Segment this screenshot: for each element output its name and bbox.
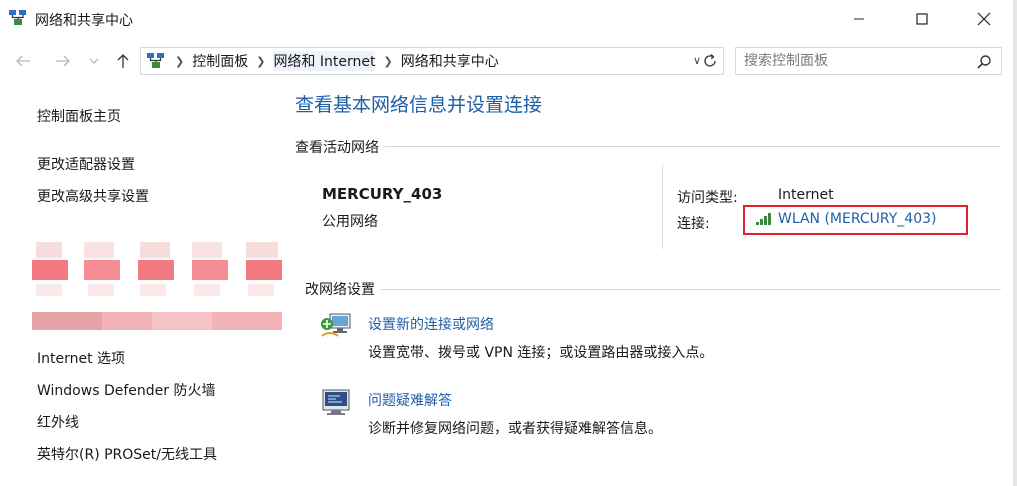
chevron-down-icon <box>89 58 99 64</box>
maximize-icon <box>916 13 928 25</box>
infrared-link[interactable]: 红外线 <box>37 412 79 432</box>
window-title: 网络和共享中心 <box>35 13 133 29</box>
title-bar: 网络和共享中心 <box>0 0 1017 38</box>
up-arrow-icon <box>117 54 129 68</box>
minimize-icon <box>854 18 864 20</box>
internet-options-link[interactable]: Internet 选项 <box>37 348 125 368</box>
maximize-button[interactable] <box>899 4 945 34</box>
up-button[interactable] <box>112 50 134 72</box>
divider <box>662 165 663 249</box>
search-input[interactable] <box>744 52 964 70</box>
breadcrumb-control-panel[interactable]: 控制面板 <box>192 51 248 71</box>
back-button[interactable] <box>12 50 34 72</box>
window-edge <box>1013 0 1017 486</box>
troubleshoot-problems-link[interactable]: 问题疑难解答 <box>368 390 452 410</box>
wlan-connection-label[interactable]: WLAN (MERCURY_403) <box>778 211 936 227</box>
setup-new-connection-link[interactable]: 设置新的连接或网络 <box>368 314 494 334</box>
setup-new-connection-description: 设置宽带、拨号或 VPN 连接；或设置路由器或接入点。 <box>368 345 714 361</box>
access-type-value: Internet <box>778 187 834 203</box>
troubleshoot-problems-description: 诊断并修复网络问题，或者获得疑难解答信息。 <box>368 421 662 437</box>
address-dropdown-icon[interactable]: ∨ <box>693 54 701 67</box>
breadcrumb-separator-icon: ❯ <box>383 54 393 68</box>
network-setup-icon <box>320 310 354 342</box>
redacted-area <box>32 240 286 340</box>
wlan-connection-link[interactable]: WLAN (MERCURY_403) <box>755 211 936 227</box>
page-title: 查看基本网络信息并设置连接 <box>295 94 543 116</box>
network-name: MERCURY_403 <box>322 185 443 203</box>
minimize-button[interactable] <box>836 4 882 34</box>
control-panel-icon <box>145 51 167 71</box>
forward-arrow-icon <box>56 55 70 67</box>
network-category: 公用网络 <box>322 214 378 230</box>
network-center-icon <box>8 9 28 27</box>
back-arrow-icon <box>16 55 30 67</box>
intel-proset-wireless-link[interactable]: 英特尔(R) PROSet/无线工具 <box>37 444 217 464</box>
wifi-signal-icon <box>756 213 771 225</box>
divider <box>295 146 1001 147</box>
change-settings-heading: 改网络设置 <box>305 279 381 299</box>
refresh-button[interactable] <box>701 52 719 74</box>
breadcrumb-network-internet[interactable]: 网络和 Internet <box>273 51 376 71</box>
troubleshoot-icon <box>320 386 354 418</box>
windows-defender-firewall-link[interactable]: Windows Defender 防火墙 <box>37 380 215 400</box>
search-icon[interactable] <box>976 54 992 74</box>
control-panel-home-link[interactable]: 控制面板主页 <box>37 106 121 126</box>
close-icon <box>977 12 991 26</box>
navigation-bar: ❯ 控制面板 ❯ 网络和 Internet ❯ 网络和共享中心 ∨ <box>0 44 1017 78</box>
divider <box>305 289 1001 290</box>
active-networks-heading: 查看活动网络 <box>295 137 385 157</box>
change-advanced-sharing-link[interactable]: 更改高级共享设置 <box>37 186 149 206</box>
refresh-icon <box>704 54 716 67</box>
breadcrumb-network-sharing-center[interactable]: 网络和共享中心 <box>401 51 499 71</box>
left-pane: 控制面板主页 更改适配器设置 更改高级共享设置 Internet 选项 Wind… <box>0 90 286 486</box>
forward-button[interactable] <box>52 50 74 72</box>
breadcrumb-separator-icon: ❯ <box>256 54 266 68</box>
close-button[interactable] <box>961 4 1007 34</box>
change-adapter-settings-link[interactable]: 更改适配器设置 <box>37 154 135 174</box>
access-type-label: 访问类型: <box>677 190 738 206</box>
address-bar[interactable]: ❯ 控制面板 ❯ 网络和 Internet ❯ 网络和共享中心 ∨ <box>140 47 724 75</box>
connection-label: 连接: <box>677 216 710 232</box>
search-box[interactable] <box>735 47 1002 75</box>
breadcrumb-separator-icon: ❯ <box>175 54 185 68</box>
recent-locations-button[interactable] <box>86 50 102 72</box>
